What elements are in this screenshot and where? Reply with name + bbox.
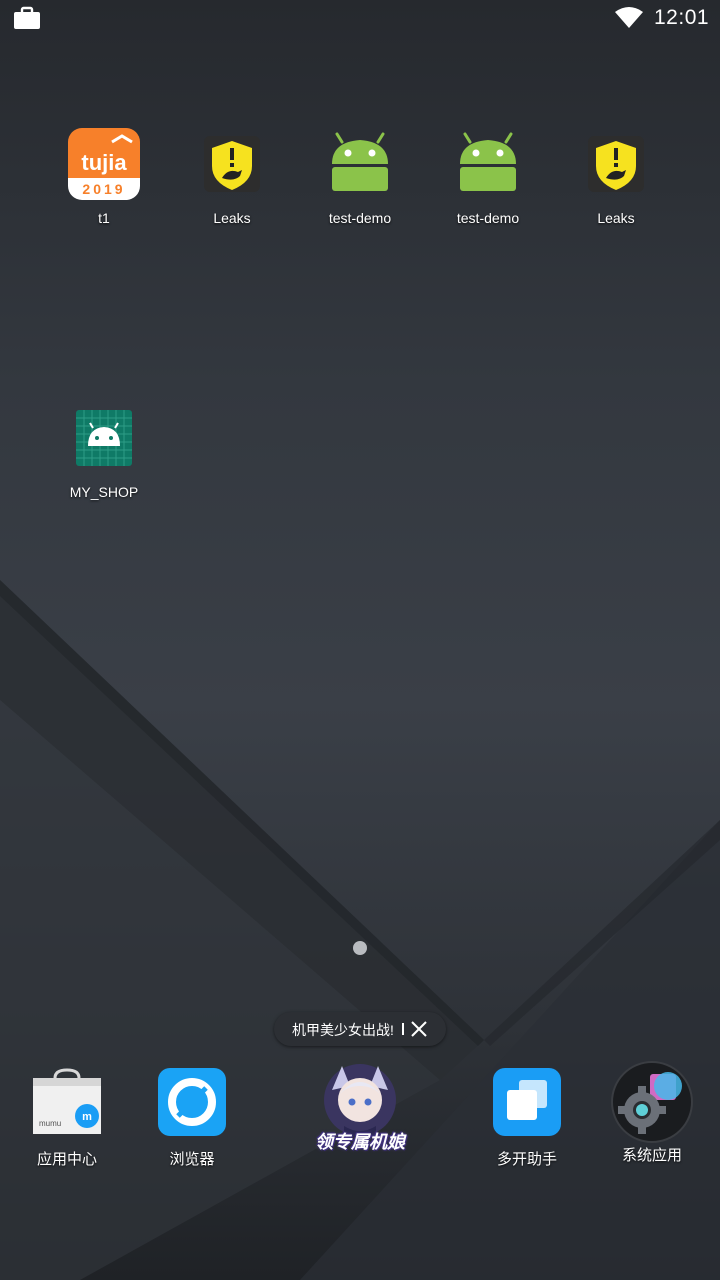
briefcase-icon [14,6,40,29]
leakcanary-icon [204,136,260,192]
android-grid-icon [76,410,132,466]
tujia-icon: tujia 2019 [68,128,140,200]
app-label: test-demo [456,210,520,226]
app-test-demo-2[interactable]: test-demo [424,128,552,238]
settings-gear-icon [611,1061,693,1143]
android-icon [332,132,388,191]
svg-text:m: m [82,1111,92,1123]
dock-multi-open[interactable]: 多开助手 [457,1066,597,1176]
leakcanary-icon [588,136,644,192]
dock-game[interactable]: 领专属机娘 [290,1060,430,1170]
dock-label: 系统应用 [621,1147,682,1164]
page-indicator-dot [353,941,367,955]
mumu-brand: mumu [39,1119,61,1128]
shopping-bag-icon: mumu m [33,1068,101,1134]
status-clock: 12:01 [654,6,710,29]
dock-label: 浏览器 [169,1151,215,1168]
app-label: Leaks [597,210,635,226]
android-icon [460,132,516,191]
wifi-icon [615,7,643,28]
dock-app-center[interactable]: mumu m 应用中心 [0,1066,137,1176]
dock-browser[interactable]: 浏览器 [122,1066,262,1176]
tujia-icon-year: 2019 [82,181,125,197]
app-label: t1 [98,210,110,226]
app-test-demo-1[interactable]: test-demo [296,128,424,238]
promo-toast[interactable]: 机甲美少女出战! [274,1012,446,1046]
home-screen: 12:01 tujia 2019 t1 Leaks test-demo test… [0,0,720,1280]
dock-label: 多开助手 [496,1151,557,1168]
promo-separator [402,1023,404,1035]
status-bar: 12:01 [0,0,720,36]
app-t1[interactable]: tujia 2019 t1 [40,128,168,238]
app-label: Leaks [213,210,251,226]
app-label: test-demo [328,210,392,226]
browser-icon [158,1068,226,1136]
tujia-icon-text: tujia [81,150,127,175]
app-leaks-2[interactable]: Leaks [552,128,680,238]
game-overlay-text: 领专属机娘 [315,1132,405,1152]
dock-system-apps[interactable]: 系统应用 [582,1060,720,1170]
app-label: MY_SHOP [69,484,139,500]
close-icon[interactable] [410,1020,428,1038]
app-my-shop[interactable]: MY_SHOP [40,402,168,512]
dock-label: 应用中心 [36,1151,97,1168]
app-leaks-1[interactable]: Leaks [168,128,296,238]
multi-window-icon [493,1068,561,1136]
promo-text: 机甲美少女出战! [292,1022,394,1038]
